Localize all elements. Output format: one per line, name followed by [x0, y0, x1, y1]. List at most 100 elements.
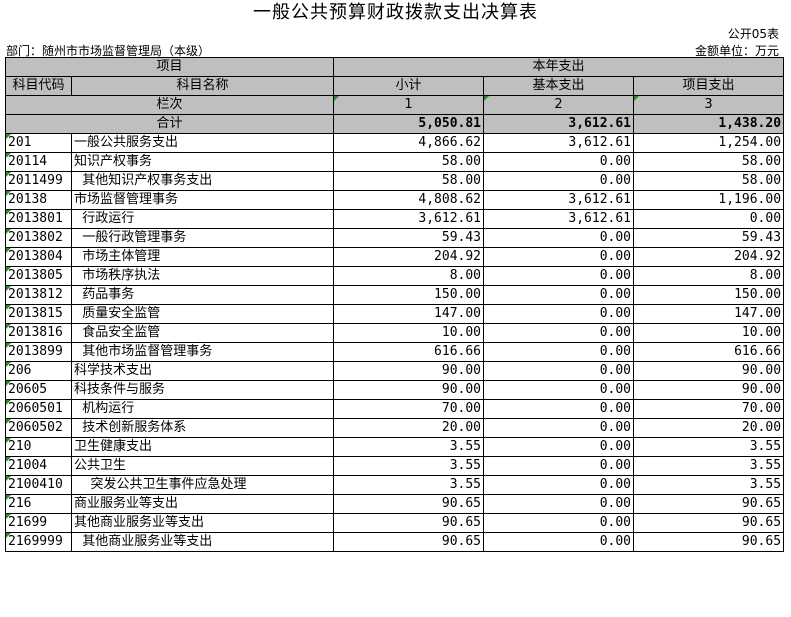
- row-subtotal[interactable]: 3.55: [333, 437, 485, 457]
- row-name[interactable]: 其他商业服务业等支出: [70, 513, 335, 533]
- row-code[interactable]: 20114: [5, 152, 72, 172]
- row-project[interactable]: 147.00: [633, 304, 785, 324]
- row-name[interactable]: 行政运行: [70, 209, 335, 229]
- row-code[interactable]: 2013815: [5, 304, 72, 324]
- row-project[interactable]: 3.55: [633, 437, 785, 457]
- row-subtotal[interactable]: 58.00: [333, 171, 485, 191]
- row-code[interactable]: 21699: [5, 513, 72, 533]
- row-project[interactable]: 20.00: [633, 418, 785, 438]
- row-subtotal[interactable]: 59.43: [333, 228, 485, 248]
- row-basic[interactable]: 0.00: [483, 247, 635, 267]
- row-name[interactable]: 质量安全监管: [70, 304, 335, 324]
- row-code[interactable]: 2013812: [5, 285, 72, 305]
- row-code[interactable]: 20138: [5, 190, 72, 210]
- row-basic[interactable]: 0.00: [483, 494, 635, 514]
- row-subtotal[interactable]: 3.55: [333, 456, 485, 476]
- row-project[interactable]: 8.00: [633, 266, 785, 286]
- row-code[interactable]: 21004: [5, 456, 72, 476]
- row-subtotal[interactable]: 4,866.62: [333, 133, 485, 153]
- row-basic[interactable]: 0.00: [483, 342, 635, 362]
- row-name[interactable]: 突发公共卫生事件应急处理: [70, 475, 335, 495]
- row-basic[interactable]: 3,612.61: [483, 209, 635, 229]
- row-subtotal[interactable]: 204.92: [333, 247, 485, 267]
- row-project[interactable]: 59.43: [633, 228, 785, 248]
- row-code[interactable]: 2100410: [5, 475, 72, 495]
- row-name[interactable]: 其他知识产权事务支出: [70, 171, 335, 191]
- row-name[interactable]: 市场主体管理: [70, 247, 335, 267]
- row-name[interactable]: 一般行政管理事务: [70, 228, 335, 248]
- row-code[interactable]: 2060501: [5, 399, 72, 419]
- row-subtotal[interactable]: 90.65: [333, 532, 485, 552]
- row-basic[interactable]: 0.00: [483, 418, 635, 438]
- row-project[interactable]: 204.92: [633, 247, 785, 267]
- row-subtotal[interactable]: 3,612.61: [333, 209, 485, 229]
- row-name[interactable]: 科技条件与服务: [70, 380, 335, 400]
- row-basic[interactable]: 0.00: [483, 152, 635, 172]
- row-subtotal[interactable]: 8.00: [333, 266, 485, 286]
- row-code[interactable]: 2013802: [5, 228, 72, 248]
- row-project[interactable]: 3.55: [633, 456, 785, 476]
- row-basic[interactable]: 0.00: [483, 304, 635, 324]
- row-name[interactable]: 其他商业服务业等支出: [70, 532, 335, 552]
- row-code[interactable]: 20605: [5, 380, 72, 400]
- row-name[interactable]: 公共卫生: [70, 456, 335, 476]
- row-project[interactable]: 90.65: [633, 532, 785, 552]
- row-name[interactable]: 卫生健康支出: [70, 437, 335, 457]
- row-name[interactable]: 科学技术支出: [70, 361, 335, 381]
- row-basic[interactable]: 0.00: [483, 475, 635, 495]
- row-code[interactable]: 2060502: [5, 418, 72, 438]
- row-code[interactable]: 2169999: [5, 532, 72, 552]
- row-project[interactable]: 90.00: [633, 361, 785, 381]
- row-code[interactable]: 210: [5, 437, 72, 457]
- row-code[interactable]: 2013804: [5, 247, 72, 267]
- row-code[interactable]: 216: [5, 494, 72, 514]
- row-name[interactable]: 商业服务业等支出: [70, 494, 335, 514]
- row-subtotal[interactable]: 10.00: [333, 323, 485, 343]
- row-subtotal[interactable]: 90.65: [333, 494, 485, 514]
- row-basic[interactable]: 3,612.61: [483, 133, 635, 153]
- row-project[interactable]: 0.00: [633, 209, 785, 229]
- row-project[interactable]: 616.66: [633, 342, 785, 362]
- row-subtotal[interactable]: 3.55: [333, 475, 485, 495]
- row-name[interactable]: 一般公共服务支出: [70, 133, 335, 153]
- row-name[interactable]: 技术创新服务体系: [70, 418, 335, 438]
- row-project[interactable]: 90.65: [633, 494, 785, 514]
- row-subtotal[interactable]: 90.65: [333, 513, 485, 533]
- row-basic[interactable]: 0.00: [483, 323, 635, 343]
- row-code[interactable]: 206: [5, 361, 72, 381]
- row-basic[interactable]: 0.00: [483, 228, 635, 248]
- row-name[interactable]: 食品安全监管: [70, 323, 335, 343]
- row-subtotal[interactable]: 90.00: [333, 361, 485, 381]
- row-subtotal[interactable]: 20.00: [333, 418, 485, 438]
- row-subtotal[interactable]: 150.00: [333, 285, 485, 305]
- row-basic[interactable]: 0.00: [483, 361, 635, 381]
- row-basic[interactable]: 0.00: [483, 532, 635, 552]
- row-basic[interactable]: 0.00: [483, 513, 635, 533]
- row-code[interactable]: 2013805: [5, 266, 72, 286]
- row-name[interactable]: 机构运行: [70, 399, 335, 419]
- row-name[interactable]: 市场秩序执法: [70, 266, 335, 286]
- row-project[interactable]: 1,254.00: [633, 133, 785, 153]
- row-project[interactable]: 58.00: [633, 152, 785, 172]
- row-code[interactable]: 201: [5, 133, 72, 153]
- row-project[interactable]: 150.00: [633, 285, 785, 305]
- row-code[interactable]: 2013899: [5, 342, 72, 362]
- row-code[interactable]: 2013801: [5, 209, 72, 229]
- row-subtotal[interactable]: 90.00: [333, 380, 485, 400]
- row-basic[interactable]: 0.00: [483, 380, 635, 400]
- row-name[interactable]: 市场监督管理事务: [70, 190, 335, 210]
- row-basic[interactable]: 0.00: [483, 437, 635, 457]
- row-basic[interactable]: 0.00: [483, 266, 635, 286]
- row-basic[interactable]: 0.00: [483, 171, 635, 191]
- row-basic[interactable]: 0.00: [483, 456, 635, 476]
- row-code[interactable]: 2013816: [5, 323, 72, 343]
- row-subtotal[interactable]: 70.00: [333, 399, 485, 419]
- row-project[interactable]: 90.00: [633, 380, 785, 400]
- row-name[interactable]: 药品事务: [70, 285, 335, 305]
- row-name[interactable]: 其他市场监督管理事务: [70, 342, 335, 362]
- row-code[interactable]: 2011499: [5, 171, 72, 191]
- row-name[interactable]: 知识产权事务: [70, 152, 335, 172]
- row-subtotal[interactable]: 616.66: [333, 342, 485, 362]
- row-subtotal[interactable]: 147.00: [333, 304, 485, 324]
- row-basic[interactable]: 3,612.61: [483, 190, 635, 210]
